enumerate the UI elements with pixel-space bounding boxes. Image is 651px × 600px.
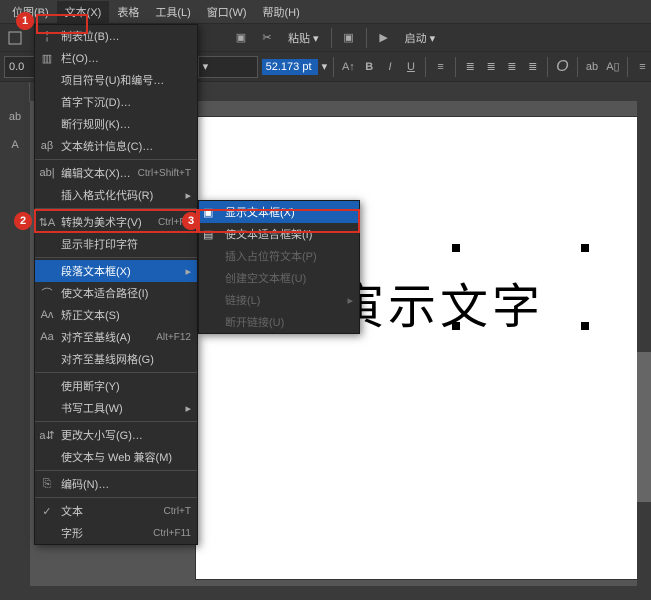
menu-hyphen[interactable]: 使用断字(Y) [35,375,197,397]
chevron-right-icon: ▸ [185,265,191,278]
case-icon: a⇵ [39,427,55,443]
ellipse-icon[interactable]: O [554,56,571,78]
scrollbar-thumb[interactable] [637,352,651,502]
columns-icon: ▥ [39,50,55,66]
sub-link: 链接(L)▸ [199,289,359,311]
straighten-icon: Aʌ [39,307,55,323]
menu-tools[interactable]: 工具(L) [147,1,198,23]
fontsize-field[interactable]: 52.173 pt [262,59,318,75]
menubar: 位图(B) 文本(X) 表格 工具(L) 窗口(W) 帮助(H) [0,0,651,24]
separator [333,57,334,77]
menu-bullets[interactable]: 项目符号(U)和编号… [35,69,197,91]
separator [627,57,628,77]
separator [547,57,548,77]
scrollbar-horizontal[interactable] [30,586,637,600]
crop-icon[interactable]: ▣ [230,27,252,49]
menu-writing-tools[interactable]: 书写工具(W)▸ [35,397,197,419]
underline-icon[interactable]: U [403,56,420,78]
text-frame-icon[interactable]: A▯ [604,56,621,78]
callout-2: 2 [34,209,198,233]
menu-encoding[interactable]: ⎘编码(N)… [35,473,197,495]
unit-dropdown[interactable]: ▾ [322,60,328,73]
italic-icon[interactable]: I [382,56,399,78]
menu-sep [35,372,197,373]
menu-table[interactable]: 表格 [109,1,147,23]
menu-straighten[interactable]: Aʌ矫正文本(S) [35,304,197,326]
separator [577,57,578,77]
menu-sep [35,257,197,258]
sub-unlink: 断开链接(U) [199,311,359,333]
separator [331,28,332,48]
stats-icon: aβ [39,138,55,154]
text-ab-icon[interactable]: ab [584,56,601,78]
edit-icon: ab| [39,165,55,181]
check-icon: ✓ [39,503,55,519]
list-number-icon[interactable]: ≣ [483,56,500,78]
menu-sep [35,421,197,422]
menu-glyphs[interactable]: 字形Ctrl+F11 [35,522,197,544]
menu-web-compat[interactable]: 使文本与 Web 兼容(M) [35,446,197,468]
tool-abi[interactable]: ab [4,106,26,128]
list-bullet-icon[interactable]: ≣ [462,56,479,78]
align-left-icon[interactable]: ≡ [432,56,449,78]
encode-icon: ⎘ [39,476,55,492]
chevron-right-icon: ▸ [347,294,353,307]
demo-text[interactable]: 寅示文字 [336,267,544,337]
handle-tc[interactable] [452,244,460,252]
path-icon: ⌒ [39,285,55,301]
separator [366,28,367,48]
side-tools: ab A [0,102,30,580]
handle-br[interactable] [581,322,589,330]
menu-text-props[interactable]: ✓文本Ctrl+T [35,500,197,522]
increase-size-icon[interactable]: A↑ [340,56,357,78]
menu-nonprint[interactable]: 显示非打印字符 [35,233,197,255]
handle-tr[interactable] [581,244,589,252]
outdent-icon[interactable]: ≣ [524,56,541,78]
callout-3: 3 [198,209,360,233]
menu-window[interactable]: 窗口(W) [199,1,255,23]
menu-fit-path[interactable]: ⌒使文本适合路径(I) [35,282,197,304]
menu-change-case[interactable]: a⇵更改大小写(G)… [35,424,197,446]
menu-sep [35,159,197,160]
indent-icon[interactable]: ≣ [503,56,520,78]
menu-paragraph-frame[interactable]: 段落文本框(X)▸ [35,260,197,282]
font-dropdown[interactable]: ▾ [198,56,258,78]
scrollbar-vertical[interactable] [637,102,651,586]
sub-placeholder: 插入占位符文本(P) [199,245,359,267]
sub-create-empty: 创建空文本框(U) [199,267,359,289]
menu-baseline[interactable]: Aa对齐至基线(A)Alt+F12 [35,326,197,348]
menu-insert-code[interactable]: 插入格式化代码(R)▸ [35,184,197,206]
page[interactable]: 寅示文字 [195,116,645,580]
menu-columns[interactable]: ▥栏(O)… [35,47,197,69]
tool-a[interactable]: A [4,134,26,156]
bold-icon[interactable]: B [361,56,378,78]
callout-1: 1 [36,14,88,34]
paste-button[interactable]: 粘贴 ▾ [282,30,325,46]
chevron-right-icon: ▸ [185,402,191,415]
start-button[interactable]: 启动 ▾ [399,30,442,46]
baseline-icon: Aa [39,329,55,345]
image-icon[interactable]: ▣ [338,27,360,49]
menu-stats[interactable]: aβ文本统计信息(C)… [35,135,197,157]
text-menu-panel: ¦制表位(B)… ▥栏(O)… 项目符号(U)和编号… 首字下沉(D)… 断行规… [34,24,198,545]
cut-icon[interactable]: ✂ [256,27,278,49]
callout-num: 2 [14,212,32,230]
menu-sep [35,497,197,498]
chevron-right-icon: ▸ [185,189,191,202]
menu-help[interactable]: 帮助(H) [255,1,308,23]
callout-num: 1 [16,12,34,30]
separator [425,57,426,77]
callout-num: 3 [182,212,200,230]
separator [455,57,456,77]
menu-dropcap[interactable]: 首字下沉(D)… [35,91,197,113]
menu-linebreak[interactable]: 断行规则(K)… [35,113,197,135]
align-dist-icon[interactable]: ≡ [634,56,651,78]
play-icon[interactable]: ▶ [373,27,395,49]
menu-baseline-grid[interactable]: 对齐至基线网格(G) [35,348,197,370]
menu-sep [35,470,197,471]
menu-edit-text[interactable]: ab|编辑文本(X)…Ctrl+Shift+T [35,162,197,184]
